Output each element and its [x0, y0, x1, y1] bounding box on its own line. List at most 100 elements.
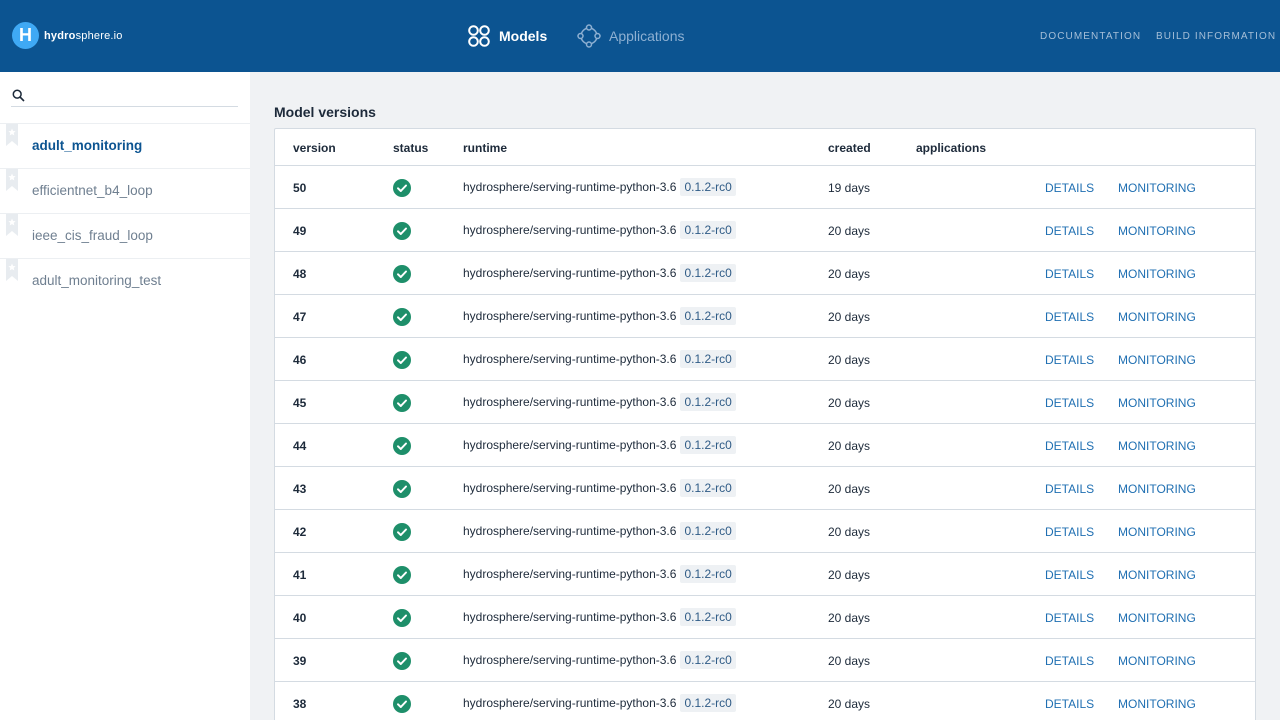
details-link[interactable]: DETAILS	[1045, 697, 1094, 711]
runtime-name: hydrosphere/serving-runtime-python-3.6	[463, 223, 677, 237]
monitoring-link[interactable]: MONITORING	[1118, 181, 1196, 195]
bookmark-icon[interactable]	[6, 259, 18, 281]
model-list: adult_monitoring efficientnet_b4_loop ieee…	[0, 123, 250, 303]
monitoring-link[interactable]: MONITORING	[1118, 568, 1196, 582]
sidebar-item[interactable]: ieee_cis_fraud_loop	[0, 213, 250, 258]
table-body: 50 hydrosphere/serving-runtime-python-3.6…	[275, 166, 1255, 720]
details-link[interactable]: DETAILS	[1045, 654, 1094, 668]
status-ok-icon	[393, 523, 411, 541]
runtime-cell: hydrosphere/serving-runtime-python-3.6 0.…	[463, 651, 736, 669]
monitoring-link[interactable]: MONITORING	[1118, 224, 1196, 238]
runtime-tag: 0.1.2-rc0	[680, 436, 736, 454]
monitoring-link[interactable]: MONITORING	[1118, 697, 1196, 711]
version-cell: 46	[293, 353, 307, 367]
version-cell: 45	[293, 396, 307, 410]
status-ok-icon	[393, 609, 411, 627]
created-cell: 20 days	[828, 482, 871, 496]
details-link[interactable]: DETAILS	[1045, 568, 1094, 582]
created-cell: 19 days	[828, 181, 871, 195]
search-icon	[12, 89, 25, 102]
runtime-cell: hydrosphere/serving-runtime-python-3.6 0.…	[463, 221, 736, 239]
runtime-tag: 0.1.2-rc0	[680, 221, 736, 239]
monitoring-link[interactable]: MONITORING	[1118, 353, 1196, 367]
details-link[interactable]: DETAILS	[1045, 525, 1094, 539]
sidebar-item[interactable]: adult_monitoring_test	[0, 258, 250, 303]
status-ok-icon	[393, 179, 411, 197]
monitoring-link[interactable]: MONITORING	[1118, 482, 1196, 496]
runtime-tag: 0.1.2-rc0	[680, 264, 736, 282]
col-applications: applications	[916, 141, 987, 155]
table-header: version status runtime created applicati…	[275, 129, 1255, 166]
nav-models[interactable]: Models	[467, 22, 547, 50]
runtime-tag: 0.1.2-rc0	[680, 350, 736, 368]
details-link[interactable]: DETAILS	[1045, 181, 1094, 195]
col-runtime: runtime	[463, 141, 508, 155]
bookmark-icon[interactable]	[6, 124, 18, 146]
created-cell: 20 days	[828, 353, 871, 367]
runtime-cell: hydrosphere/serving-runtime-python-3.6 0.…	[463, 694, 736, 712]
runtime-tag: 0.1.2-rc0	[680, 608, 736, 626]
details-link[interactable]: DETAILS	[1045, 611, 1094, 625]
version-cell: 50	[293, 181, 307, 195]
details-link[interactable]: DETAILS	[1045, 224, 1094, 238]
col-version: version	[293, 141, 336, 155]
nav-applications-label: Applications	[609, 28, 685, 44]
sidebar-item[interactable]: efficientnet_b4_loop	[0, 168, 250, 213]
runtime-tag: 0.1.2-rc0	[680, 479, 736, 497]
table-row: 49 hydrosphere/serving-runtime-python-3.6…	[275, 209, 1255, 252]
logo-text: hydrosphere.io	[44, 30, 123, 42]
details-link[interactable]: DETAILS	[1045, 439, 1094, 453]
created-cell: 20 days	[828, 568, 871, 582]
created-cell: 20 days	[828, 439, 871, 453]
monitoring-link[interactable]: MONITORING	[1118, 654, 1196, 668]
documentation-link[interactable]: DOCUMENTATION	[1040, 31, 1141, 42]
search-box	[11, 84, 238, 107]
sidebar-item-label: adult_monitoring_test	[32, 273, 162, 288]
sidebar-item[interactable]: adult_monitoring	[0, 123, 250, 168]
runtime-cell: hydrosphere/serving-runtime-python-3.6 0.…	[463, 522, 736, 540]
monitoring-link[interactable]: MONITORING	[1118, 439, 1196, 453]
versions-table: version status runtime created applicati…	[274, 128, 1256, 720]
details-link[interactable]: DETAILS	[1045, 310, 1094, 324]
bookmark-icon[interactable]	[6, 214, 18, 236]
status-ok-icon	[393, 308, 411, 326]
created-cell: 20 days	[828, 611, 871, 625]
logo[interactable]: H hydrosphere.io	[12, 22, 123, 49]
details-link[interactable]: DETAILS	[1045, 353, 1094, 367]
status-ok-icon	[393, 566, 411, 584]
created-cell: 20 days	[828, 396, 871, 410]
table-row: 40 hydrosphere/serving-runtime-python-3.6…	[275, 596, 1255, 639]
version-cell: 40	[293, 611, 307, 625]
runtime-name: hydrosphere/serving-runtime-python-3.6	[463, 266, 677, 280]
runtime-tag: 0.1.2-rc0	[680, 694, 736, 712]
status-ok-icon	[393, 652, 411, 670]
build-information-link[interactable]: BUILD INFORMATION	[1156, 31, 1276, 42]
version-cell: 43	[293, 482, 307, 496]
monitoring-link[interactable]: MONITORING	[1118, 267, 1196, 281]
bookmark-icon[interactable]	[6, 169, 18, 191]
monitoring-link[interactable]: MONITORING	[1118, 310, 1196, 324]
monitoring-link[interactable]: MONITORING	[1118, 525, 1196, 539]
details-link[interactable]: DETAILS	[1045, 396, 1094, 410]
runtime-name: hydrosphere/serving-runtime-python-3.6	[463, 653, 677, 667]
runtime-name: hydrosphere/serving-runtime-python-3.6	[463, 438, 677, 452]
version-cell: 42	[293, 525, 307, 539]
created-cell: 20 days	[828, 697, 871, 711]
nav-applications[interactable]: Applications	[577, 22, 685, 50]
created-cell: 20 days	[828, 224, 871, 238]
version-cell: 49	[293, 224, 307, 238]
col-status: status	[393, 141, 429, 155]
monitoring-link[interactable]: MONITORING	[1118, 611, 1196, 625]
monitoring-link[interactable]: MONITORING	[1118, 396, 1196, 410]
version-cell: 47	[293, 310, 307, 324]
created-cell: 20 days	[828, 310, 871, 324]
sidebar-item-label: adult_monitoring	[32, 138, 143, 153]
details-link[interactable]: DETAILS	[1045, 267, 1094, 281]
details-link[interactable]: DETAILS	[1045, 482, 1094, 496]
runtime-name: hydrosphere/serving-runtime-python-3.6	[463, 696, 677, 710]
created-cell: 20 days	[828, 654, 871, 668]
runtime-name: hydrosphere/serving-runtime-python-3.6	[463, 309, 677, 323]
search-input[interactable]	[31, 85, 231, 105]
version-cell: 38	[293, 697, 307, 711]
runtime-name: hydrosphere/serving-runtime-python-3.6	[463, 481, 677, 495]
